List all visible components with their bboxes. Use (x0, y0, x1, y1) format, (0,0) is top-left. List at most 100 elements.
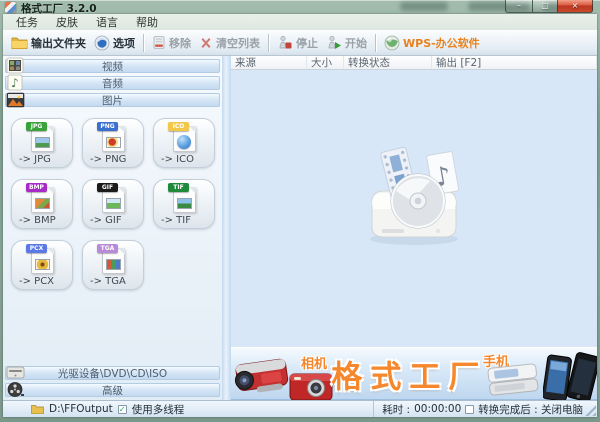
options-gear-icon (94, 35, 110, 50)
shutdown-checkbox[interactable] (465, 404, 475, 414)
client-area: 任务 皮肤 语言 帮助 输出文件夹 选项 移除 清空列表 停止 开始 WPS-办… (3, 14, 597, 417)
jpg-file-icon: JPG (26, 122, 58, 154)
png-file-icon: PNG (97, 122, 129, 154)
tif-file-icon: TIF (168, 183, 200, 215)
options-button[interactable]: 选项 (90, 33, 139, 53)
format-button-bmp[interactable]: BMP -> BMP (11, 179, 73, 229)
close-button[interactable]: × (557, 0, 593, 13)
panel-splitter[interactable] (222, 56, 231, 400)
film-reel-icon (7, 382, 24, 397)
format-button-tga[interactable]: TGA -> TGA (82, 240, 144, 290)
task-table-header: 来源 大小 转换状态 输出 [F2] (231, 56, 597, 70)
minimize-button[interactable]: – (505, 0, 532, 13)
column-output[interactable]: 输出 [F2] (432, 56, 597, 69)
format-label: -> PCX (19, 276, 55, 287)
sidebar-section-rom-device[interactable]: 光驱设备\DVD\CD\ISO (5, 366, 220, 380)
column-status[interactable]: 转换状态 (344, 56, 432, 69)
format-button-jpg[interactable]: JPG -> JPG (11, 118, 73, 168)
ico-file-icon: ICO (168, 122, 200, 154)
statusbar-right: 耗时 : 00:00:00 转换完成后 : 关闭电脑 (373, 401, 583, 417)
cd-drive-icon (6, 366, 25, 379)
format-label: -> TIF (161, 215, 191, 226)
remove-label: 移除 (169, 36, 191, 50)
promo-banner: 相机 格式工厂 手机 (231, 347, 597, 400)
start-icon (328, 35, 341, 49)
format-label: -> BMP (19, 215, 56, 226)
folder-icon (11, 37, 28, 49)
elapsed-value: 00:00:00 (414, 403, 462, 415)
toolbar-separator (268, 33, 269, 52)
wps-globe-icon (384, 35, 400, 50)
sidebar-section-video-bar[interactable]: 视频 (5, 59, 220, 73)
main-panel: 来源 大小 转换状态 输出 [F2] ♪ 相机 格式工厂 手机 (231, 56, 597, 400)
photo-icon (6, 92, 25, 108)
clear-list-label: 清空列表 (216, 36, 260, 50)
output-folder-label: 输出文件夹 (31, 36, 86, 50)
wps-button[interactable]: WPS-办公软件 (380, 33, 484, 53)
output-path[interactable]: D:\FFOutput (49, 403, 113, 415)
titlebar[interactable]: 格式工厂 3.2.0 – □ × (0, 0, 600, 15)
menu-language[interactable]: 语言 (87, 13, 127, 31)
camera-image (289, 373, 333, 400)
flip-phone-image (487, 363, 539, 396)
sidebar-section-video[interactable]: 视频 (5, 57, 220, 74)
brand-text: 格式工厂 (331, 359, 488, 396)
menu-task[interactable]: 任务 (7, 13, 47, 31)
window-controls: – □ × (505, 0, 593, 13)
sidebar-section-advanced[interactable]: 高级 (5, 382, 220, 397)
sidebar-section-audio[interactable]: ♪ 音频 (5, 74, 220, 91)
sidebar-section-picture[interactable]: 图片 (5, 92, 220, 108)
remove-icon (153, 36, 165, 49)
task-list-area[interactable]: ♪ (231, 70, 597, 347)
shutdown-label[interactable]: 转换完成后 : 关闭电脑 (478, 402, 583, 417)
tga-file-icon: TGA (97, 244, 129, 276)
options-label: 选项 (113, 36, 135, 50)
toolbar: 输出文件夹 选项 移除 清空列表 停止 开始 WPS-办公软件 (3, 30, 597, 56)
sidebar-section-picture-bar[interactable]: 图片 (5, 93, 220, 107)
content: 视频 ♪ 音频 图片 JPG -> JPG PNG -> PNG ICO -> … (3, 56, 597, 400)
format-label: -> ICO (161, 154, 194, 165)
multithread-label[interactable]: 使用多线程 (132, 402, 185, 417)
titlebar-watermark (400, 2, 448, 11)
elapsed-label: 耗时 : (382, 403, 411, 416)
format-button-png[interactable]: PNG -> PNG (82, 118, 144, 168)
start-label: 开始 (345, 36, 367, 50)
camera-label: 相机 (301, 357, 328, 372)
toolbar-separator (143, 33, 144, 52)
wps-label: WPS-办公软件 (403, 36, 480, 50)
stop-label: 停止 (296, 36, 318, 50)
format-label: -> GIF (90, 215, 122, 226)
clear-x-icon (201, 37, 211, 48)
maximize-button[interactable]: □ (532, 0, 557, 13)
film-icon (6, 57, 24, 74)
svg-text:♪: ♪ (11, 76, 19, 90)
format-grid: JPG -> JPG PNG -> PNG ICO -> ICO BMP -> … (3, 109, 222, 290)
format-factory-logo: ♪ (370, 147, 460, 246)
menu-skin[interactable]: 皮肤 (47, 13, 87, 31)
format-label: -> JPG (19, 154, 51, 165)
column-source[interactable]: 来源 (231, 56, 307, 69)
sidebar-section-audio-bar[interactable]: 音频 (5, 76, 220, 90)
sidebar-section-advanced-bar[interactable]: 高级 (5, 383, 220, 397)
smartphones-image (543, 352, 597, 400)
resize-grip[interactable] (585, 405, 596, 416)
remove-button[interactable]: 移除 (148, 33, 195, 53)
output-folder-button[interactable]: 输出文件夹 (7, 33, 90, 53)
camcorder-image (234, 358, 289, 393)
multithread-checkbox[interactable]: ✓ (117, 404, 127, 414)
app-window: 格式工厂 3.2.0 – □ × 任务 皮肤 语言 帮助 输出文件夹 选项 移除… (0, 0, 600, 422)
column-size[interactable]: 大小 (307, 56, 344, 69)
stop-button[interactable]: 停止 (273, 33, 322, 53)
format-button-tif[interactable]: TIF -> TIF (153, 179, 215, 229)
music-note-icon: ♪ (7, 74, 23, 91)
menu-help[interactable]: 帮助 (127, 13, 167, 31)
stop-icon (279, 35, 292, 49)
clear-list-button[interactable]: 清空列表 (195, 33, 264, 53)
format-button-pcx[interactable]: PCX -> PCX (11, 240, 73, 290)
format-button-ico[interactable]: ICO -> ICO (153, 118, 215, 168)
menu-bar: 任务 皮肤 语言 帮助 (3, 14, 597, 30)
start-button[interactable]: 开始 (322, 33, 371, 53)
sidebar-section-rom-bar[interactable]: 光驱设备\DVD\CD\ISO (5, 366, 220, 380)
format-label: -> TGA (90, 276, 126, 287)
format-button-gif[interactable]: GIF -> GIF (82, 179, 144, 229)
